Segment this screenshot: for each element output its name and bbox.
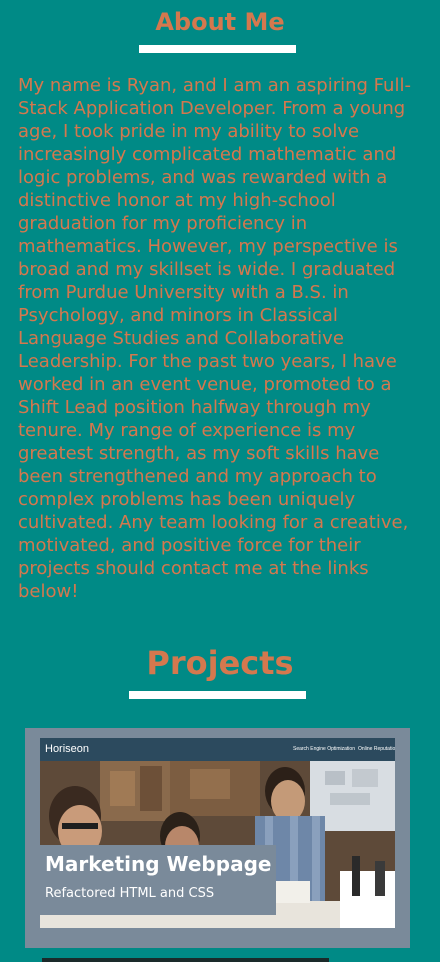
screenshot-header: Horiseon Search Engine Optimization Onli… — [40, 738, 395, 761]
screenshot-brand: Horiseon — [45, 743, 90, 755]
next-card-edge — [42, 958, 329, 962]
project-name: Marketing Webpage — [45, 852, 272, 876]
about-paragraph: My name is Ryan, and I am an aspiring Fu… — [18, 75, 411, 602]
project-caption: Marketing Webpage Refactored HTML and CS… — [40, 845, 276, 915]
about-title: About Me — [155, 8, 285, 36]
screenshot-nav-link: Search Engine Optimization — [293, 746, 355, 752]
project-card-marketing-webpage[interactable]: Horiseon Search Engine Optimization Onli… — [25, 728, 410, 948]
project-description: Refactored HTML and CSS — [45, 886, 215, 901]
about-title-underline — [139, 45, 296, 53]
projects-title-underline — [129, 691, 306, 699]
projects-title: Projects — [146, 644, 294, 682]
screenshot-nav-link: Online Reputation Management — [358, 746, 395, 752]
portfolio-page: About Me My name is Ryan, and I am an as… — [0, 0, 440, 962]
